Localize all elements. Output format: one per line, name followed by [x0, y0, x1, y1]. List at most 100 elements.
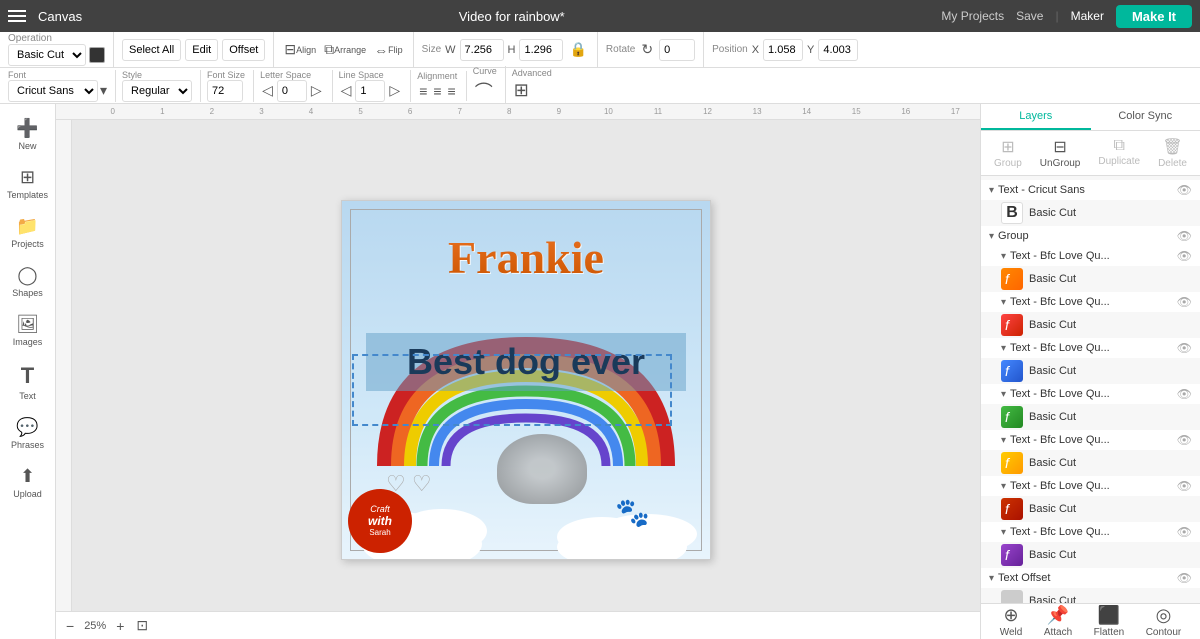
line-space-dec[interactable]: ◁	[339, 80, 354, 101]
flip-button[interactable]: ⇔Flip	[372, 40, 405, 60]
group-visibility-icon[interactable]: 👁	[1177, 229, 1192, 243]
hamburger-menu[interactable]	[8, 10, 26, 22]
delete-button[interactable]: 🗑 Delete	[1154, 135, 1191, 171]
fit-page-icon[interactable]: ⊡	[134, 615, 150, 636]
bfc7-vis[interactable]: 👁	[1177, 525, 1192, 539]
save-link[interactable]: Save	[1016, 9, 1043, 23]
best-dog-text: Best dog ever	[407, 341, 645, 382]
edit-button[interactable]: Edit	[185, 39, 218, 61]
x-input[interactable]	[763, 39, 803, 61]
layer-item-bfc4[interactable]: f Basic Cut	[981, 404, 1200, 430]
bfc1-vis[interactable]: 👁	[1177, 249, 1192, 263]
sidebar-item-projects[interactable]: 📁 Projects	[3, 210, 53, 255]
lock-aspect-icon[interactable]: 🔒	[567, 39, 588, 60]
layer-bfc-7[interactable]: ▾ Text - Bfc Love Qu... 👁	[981, 522, 1200, 542]
layer-actions: ⊞ Group ⊟ UnGroup ⧉ Duplicate 🗑 Delete	[981, 131, 1200, 176]
sidebar-item-templates[interactable]: ⊞ Templates	[3, 161, 53, 206]
ungroup-button[interactable]: ⊟ UnGroup	[1036, 135, 1085, 171]
layer-item-bfc1[interactable]: f Basic Cut	[981, 266, 1200, 292]
zoom-out-button[interactable]: −	[64, 616, 76, 636]
sidebar-item-upload[interactable]: ⬆ Upload	[3, 460, 53, 505]
layer-cricut-sans[interactable]: ▾ Text - Cricut Sans 👁	[981, 180, 1200, 200]
offset-button[interactable]: Offset	[222, 39, 265, 61]
arrange-button[interactable]: ⧉Arrange	[322, 39, 368, 60]
layer-bfc-2[interactable]: ▾ Text - Bfc Love Qu... 👁	[981, 292, 1200, 312]
weld-button[interactable]: ⊕ Weld	[1000, 605, 1023, 638]
maker-button[interactable]: Maker	[1071, 9, 1104, 23]
flip-icon: ⇔	[374, 42, 388, 58]
align-center-icon[interactable]: ≡	[431, 81, 443, 101]
bfc6-vis[interactable]: 👁	[1177, 479, 1192, 493]
rotate-icon[interactable]: ↻	[639, 39, 655, 60]
my-projects-link[interactable]: My Projects	[941, 9, 1004, 23]
delete-icon: 🗑	[1162, 137, 1182, 157]
layer-item-bfc2[interactable]: f Basic Cut	[981, 312, 1200, 338]
operation-select[interactable]: Basic Cut	[8, 44, 86, 66]
tab-color-sync[interactable]: Color Sync	[1091, 104, 1200, 130]
visibility-icon[interactable]: 👁	[1177, 183, 1192, 197]
curve-button[interactable]: ⌒	[473, 76, 497, 106]
size-group: Size W H 🔒	[422, 32, 598, 67]
duplicate-button[interactable]: ⧉ Duplicate	[1094, 135, 1144, 171]
layer-item-bfc5[interactable]: f Basic Cut	[981, 450, 1200, 476]
design-canvas[interactable]: Frankie Best dog ever	[341, 200, 711, 560]
sidebar-item-text[interactable]: T Text	[3, 357, 53, 407]
best-dog-overlay[interactable]: Best dog ever	[366, 333, 686, 391]
text-offset-vis[interactable]: 👁	[1177, 571, 1192, 585]
font-dropdown-icon[interactable]: ▾	[100, 82, 107, 99]
bfc3-vis[interactable]: 👁	[1177, 341, 1192, 355]
style-select[interactable]: Regular	[122, 80, 192, 102]
layer-item-bfc3[interactable]: f Basic Cut	[981, 358, 1200, 384]
font-select[interactable]: Cricut Sans	[8, 80, 98, 102]
sidebar-item-new[interactable]: ➕ New	[3, 112, 53, 157]
rotate-label: Rotate	[606, 44, 635, 55]
layer-bfc-3[interactable]: ▾ Text - Bfc Love Qu... 👁	[981, 338, 1200, 358]
attach-button[interactable]: 📌 Attach	[1044, 605, 1072, 638]
bfc4-vis[interactable]: 👁	[1177, 387, 1192, 401]
contour-button[interactable]: ◎ Contour	[1146, 605, 1182, 638]
flatten-button[interactable]: ⬛ Flatten	[1094, 605, 1125, 638]
align-left-icon[interactable]: ≡	[417, 81, 429, 101]
svg-text:f: f	[1005, 547, 1011, 563]
bfc2-vis[interactable]: 👁	[1177, 295, 1192, 309]
sidebar-item-shapes[interactable]: ◯ Shapes	[3, 259, 53, 304]
rotate-input[interactable]	[659, 39, 695, 61]
advanced-button[interactable]: ⊞	[512, 78, 552, 103]
layer-group-header[interactable]: ▾ Group 👁	[981, 226, 1200, 246]
operation-color-swatch[interactable]	[89, 47, 105, 63]
canvas-content[interactable]: Frankie Best dog ever	[72, 120, 980, 639]
layer-bfc-5[interactable]: ▾ Text - Bfc Love Qu... 👁	[981, 430, 1200, 450]
paw-print: 🐾	[615, 496, 650, 529]
layer-item-cricut-sans[interactable]: B Basic Cut	[981, 200, 1200, 226]
layer-bfc-1[interactable]: ▾ Text - Bfc Love Qu... 👁	[981, 246, 1200, 266]
font-size-input[interactable]	[207, 80, 243, 102]
height-input[interactable]	[519, 39, 563, 61]
bfc5-vis[interactable]: 👁	[1177, 433, 1192, 447]
y-input[interactable]	[818, 39, 858, 61]
zoom-in-button[interactable]: +	[114, 616, 126, 636]
align-right-icon[interactable]: ≡	[446, 81, 458, 101]
layer-item-bfc7[interactable]: f Basic Cut	[981, 542, 1200, 568]
line-space-inc[interactable]: ▷	[387, 80, 402, 101]
svg-text:f: f	[1005, 409, 1011, 425]
tab-layers[interactable]: Layers	[981, 104, 1091, 130]
select-all-button[interactable]: Select All	[122, 39, 181, 61]
group-button[interactable]: ⊞ Group	[990, 135, 1026, 171]
line-space-input[interactable]	[355, 80, 385, 102]
position-label: Position	[712, 44, 748, 55]
layer-item-text-offset[interactable]: Basic Cut	[981, 588, 1200, 603]
layer-item-bfc6[interactable]: f Basic Cut	[981, 496, 1200, 522]
sidebar-item-images[interactable]: 🖼 Images	[3, 308, 53, 353]
text-offset-icon	[1001, 590, 1023, 603]
width-input[interactable]	[460, 39, 504, 61]
letter-space-dec[interactable]: ◁	[260, 80, 275, 101]
sidebar-item-shapes-label: Shapes	[12, 288, 43, 298]
layer-text-offset[interactable]: ▾ Text Offset 👁	[981, 568, 1200, 588]
sidebar-item-phrases[interactable]: 💬 Phrases	[3, 411, 53, 456]
layer-bfc-4[interactable]: ▾ Text - Bfc Love Qu... 👁	[981, 384, 1200, 404]
make-it-button[interactable]: Make It	[1116, 5, 1192, 28]
align-button[interactable]: ⊟Align	[282, 39, 318, 60]
layer-bfc-6[interactable]: ▾ Text - Bfc Love Qu... 👁	[981, 476, 1200, 496]
letter-space-input[interactable]	[277, 80, 307, 102]
letter-space-inc[interactable]: ▷	[309, 80, 324, 101]
